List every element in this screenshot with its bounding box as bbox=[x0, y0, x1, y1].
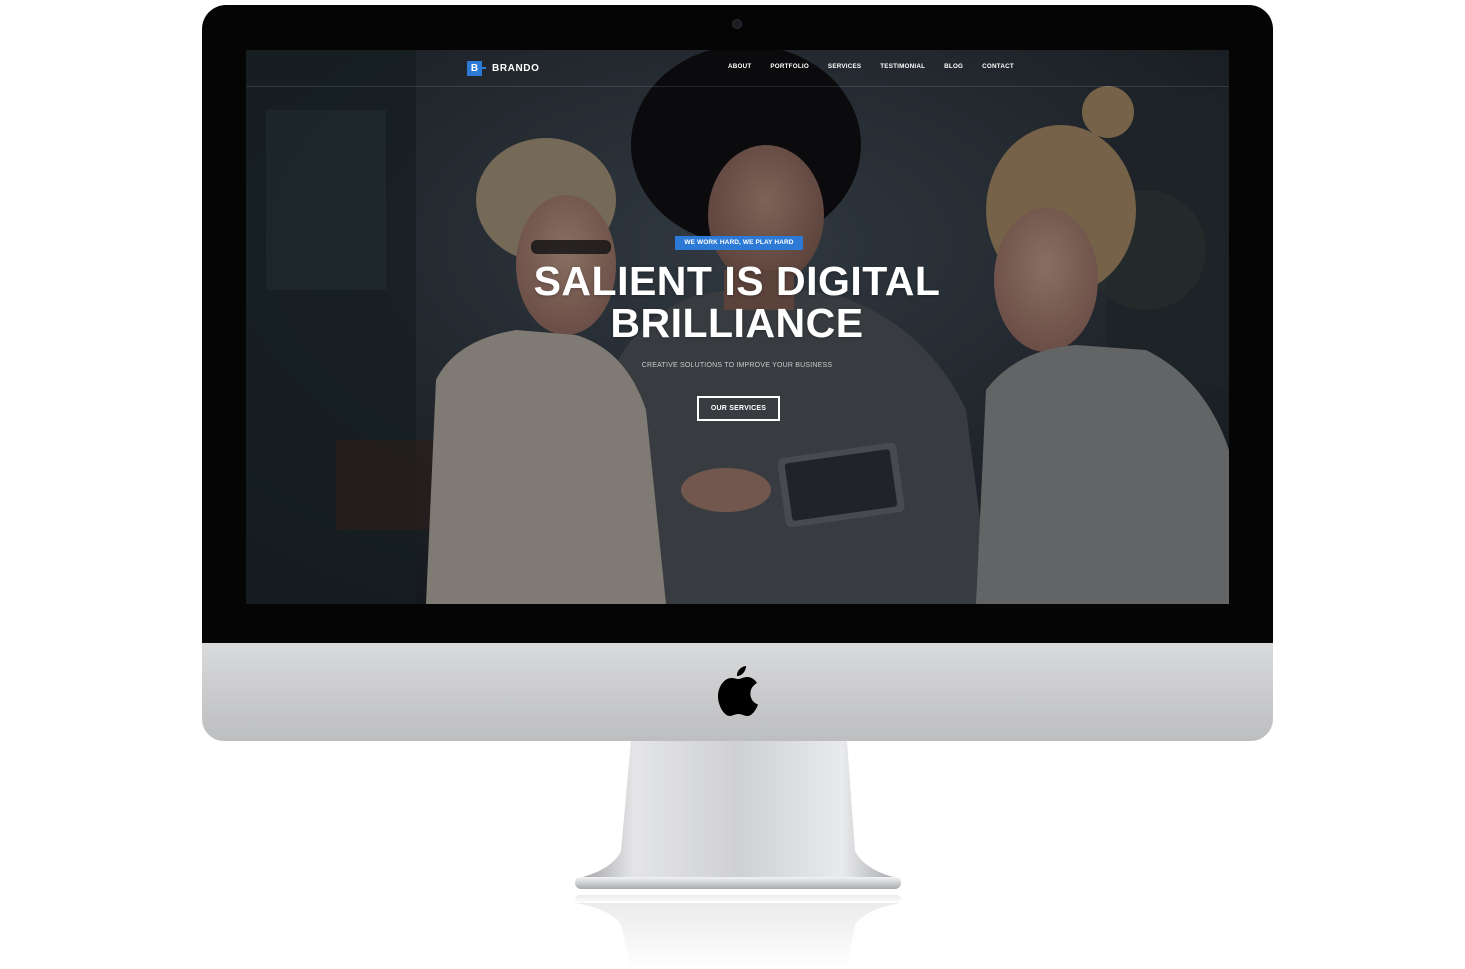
apple-logo-icon bbox=[718, 666, 758, 716]
monitor-stand bbox=[575, 741, 901, 889]
hero-section: WE WORK HARD, WE PLAY HARD SALIENT IS DI… bbox=[246, 50, 1229, 604]
hero-badge: WE WORK HARD, WE PLAY HARD bbox=[675, 236, 803, 250]
hero-subtitle: CREATIVE SOLUTIONS TO IMPROVE YOUR BUSIN… bbox=[641, 362, 833, 369]
hero-title-line1: SALIENT IS DIGITAL bbox=[533, 258, 941, 304]
hero-title-line2: BRILLIANCE bbox=[610, 300, 864, 346]
our-services-button[interactable]: OUR SERVICES bbox=[697, 396, 780, 421]
stand-reflection bbox=[575, 895, 901, 969]
hero-title: SALIENT IS DIGITAL BRILLIANCE bbox=[437, 260, 1037, 344]
website-screen: B BRANDO ABOUT PORTFOLIO SERVICES TESTIM… bbox=[246, 50, 1229, 604]
camera-icon bbox=[732, 19, 742, 29]
